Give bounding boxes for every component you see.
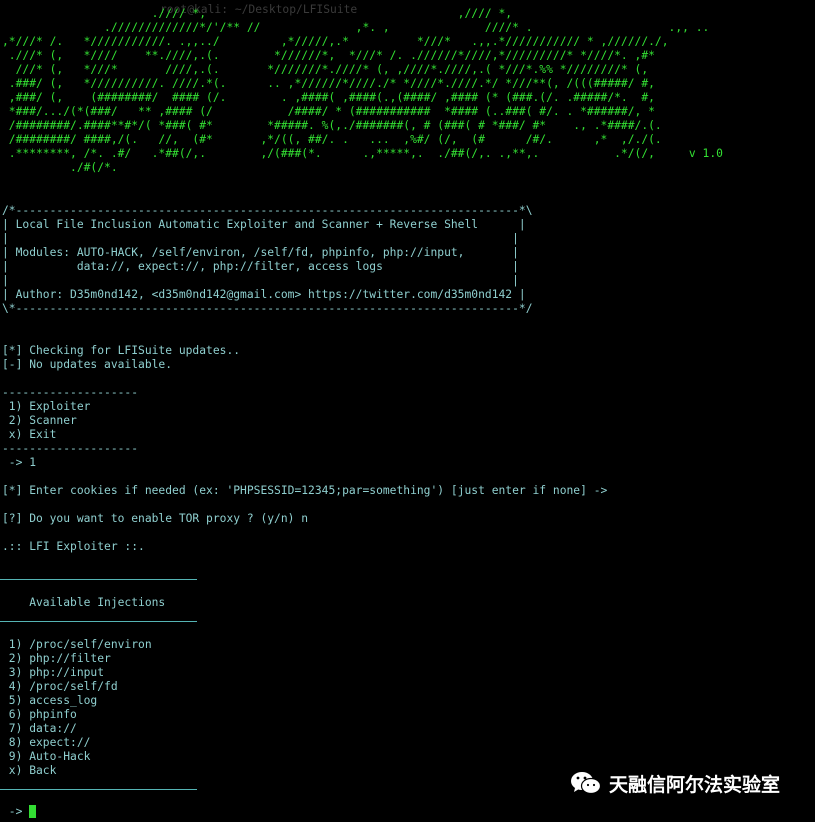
menu-separator: -------------------- xyxy=(2,386,139,399)
watermark: 天融信阿尔法实验室 xyxy=(570,770,780,800)
menu-item-exit: x) Exit xyxy=(2,428,57,441)
injection-item-back: x) Back xyxy=(2,764,57,777)
injection-item: 7) data:// xyxy=(2,722,77,735)
injection-item: 4) /proc/self/fd xyxy=(2,680,118,693)
watermark-text: 天融信阿尔法实验室 xyxy=(609,774,781,796)
injection-item: 2) php://filter xyxy=(2,652,111,665)
banner-line: ,*///* /. *///////////. .,,../ ,*/////,.… xyxy=(2,35,669,48)
injection-item: 3) php://input xyxy=(2,666,105,679)
info-box-top-border: /*--------------------------------------… xyxy=(2,204,533,217)
banner-line: .//// *, ,//// *, xyxy=(2,7,513,20)
menu-item-exploiter: 1) Exploiter xyxy=(2,400,91,413)
banner-line: /########/ ####,/(. //, (#* ,*/((, ##/. … xyxy=(2,133,662,146)
banner-line: ./#(/*. xyxy=(2,161,118,174)
info-box-modules: | Modules: AUTO-HACK, /self/environ, /se… xyxy=(2,246,519,259)
banner-line: ,###/ (, (########/ #### (/. . ,####( ,#… xyxy=(2,91,655,104)
terminal-window[interactable]: root@kali: ~/Desktop/LFISuite .//// *, ,… xyxy=(0,0,815,822)
banner-line: /########/.####**#*/( *###( #* *#####. %… xyxy=(2,119,662,132)
injection-item: 1) /proc/self/environ xyxy=(2,638,152,651)
section-separator-end xyxy=(0,789,197,790)
banner-line: .///* (, *//// **.////,.(. *//////*, *//… xyxy=(2,49,655,62)
exploiter-title: .:: LFI Exploiter ::. xyxy=(2,540,145,553)
cookies-prompt: [*] Enter cookies if needed (ex: 'PHPSES… xyxy=(2,484,608,497)
info-box-title: | Local File Inclusion Automatic Exploit… xyxy=(2,218,526,231)
injection-item: 8) expect:// xyxy=(2,736,91,749)
injections-section-title: Available Injections xyxy=(2,596,166,609)
update-status-line: [-] No updates available. xyxy=(2,358,173,371)
info-box-modules: | data://, expect://, php://filter, acce… xyxy=(2,260,519,273)
info-box-author: | Author: D35m0nd142, <d35m0nd142@gmail.… xyxy=(2,288,526,301)
banner-line: ///* (, *///* ////,.(. *///////*.////* (… xyxy=(2,63,649,76)
info-box-blank: | | xyxy=(2,232,519,245)
injection-item: 5) access_log xyxy=(2,694,98,707)
banner-line: *###/.../(*(###/ ** ,#### (/ /####/ * (#… xyxy=(2,105,655,118)
section-separator-bottom xyxy=(0,621,197,622)
injection-item: 9) Auto-Hack xyxy=(2,750,91,763)
info-box-bottom-border: \*--------------------------------------… xyxy=(2,302,533,315)
info-box-blank: | | xyxy=(2,274,519,287)
menu-item-scanner: 2) Scanner xyxy=(2,414,77,427)
menu-prompt-answer: -> 1 xyxy=(2,456,37,469)
terminal-cursor[interactable] xyxy=(29,805,36,818)
menu-separator: -------------------- xyxy=(2,442,139,455)
section-separator-top xyxy=(0,579,197,580)
command-prompt[interactable]: -> xyxy=(2,805,29,819)
tor-prompt: [?] Do you want to enable TOR proxy ? (y… xyxy=(2,512,309,525)
banner-line: .###/ (, *//////////. ////.*(. .. ,*////… xyxy=(2,77,655,90)
banner-line: ./////////////*/'/** // ,*. , ////* . .,… xyxy=(2,21,710,34)
banner-line-version: .********, /*. .#/ .*##(/,. ,/(###(*. .,… xyxy=(2,147,723,160)
update-check-line: [*] Checking for LFISuite updates.. xyxy=(2,344,241,357)
injection-item: 6) phpinfo xyxy=(2,708,77,721)
wechat-icon xyxy=(570,770,602,800)
